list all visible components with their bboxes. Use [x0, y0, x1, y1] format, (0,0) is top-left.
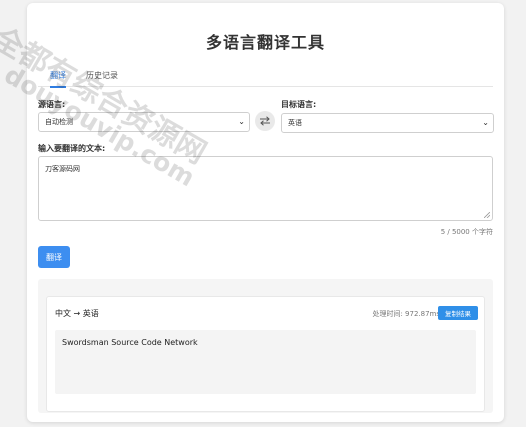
- processing-time: 处理时间: 972.87ms: [372, 310, 440, 318]
- result-area: 中文 → 英语 处理时间: 972.87ms 复制结果 Swordsman So…: [38, 279, 493, 413]
- swap-languages-button[interactable]: [255, 111, 275, 131]
- tab-bar: 翻译 历史记录: [38, 66, 493, 88]
- swap-arrows-icon: [260, 116, 270, 126]
- translate-button[interactable]: 翻译: [38, 246, 70, 268]
- result-card: 中文 → 英语 处理时间: 972.87ms 复制结果 Swordsman So…: [46, 296, 485, 412]
- character-counter: 5 / 5000 个字符: [440, 228, 493, 236]
- chevron-down-icon: ⌄: [238, 117, 245, 126]
- source-language-value: 自动检测: [45, 118, 73, 126]
- target-language-label: 目标语言:: [281, 100, 317, 109]
- chevron-down-icon: ⌄: [482, 118, 489, 127]
- page-title: 多语言翻译工具: [205, 33, 325, 52]
- translation-output: Swordsman Source Code Network: [55, 330, 476, 394]
- source-text-value: 刀客源码网: [45, 165, 80, 173]
- tab-translate[interactable]: 翻译: [50, 70, 66, 88]
- target-language-select[interactable]: 英语 ⌄: [281, 113, 494, 133]
- result-language-pair: 中文 → 英语: [55, 309, 99, 318]
- resize-handle-icon[interactable]: [484, 212, 490, 218]
- translator-card: 多语言翻译工具 翻译 历史记录 源语言: 自动检测 ⌄ 目标语言: 英语 ⌄ 输…: [27, 3, 504, 422]
- source-text-input[interactable]: 刀客源码网: [38, 156, 493, 221]
- copy-result-button[interactable]: 复制结果: [438, 306, 478, 320]
- source-language-label: 源语言:: [38, 100, 66, 109]
- source-language-select[interactable]: 自动检测 ⌄: [38, 112, 250, 132]
- tab-history[interactable]: 历史记录: [86, 70, 118, 81]
- target-language-value: 英语: [288, 119, 302, 127]
- input-text-label: 输入要翻译的文本:: [38, 144, 106, 153]
